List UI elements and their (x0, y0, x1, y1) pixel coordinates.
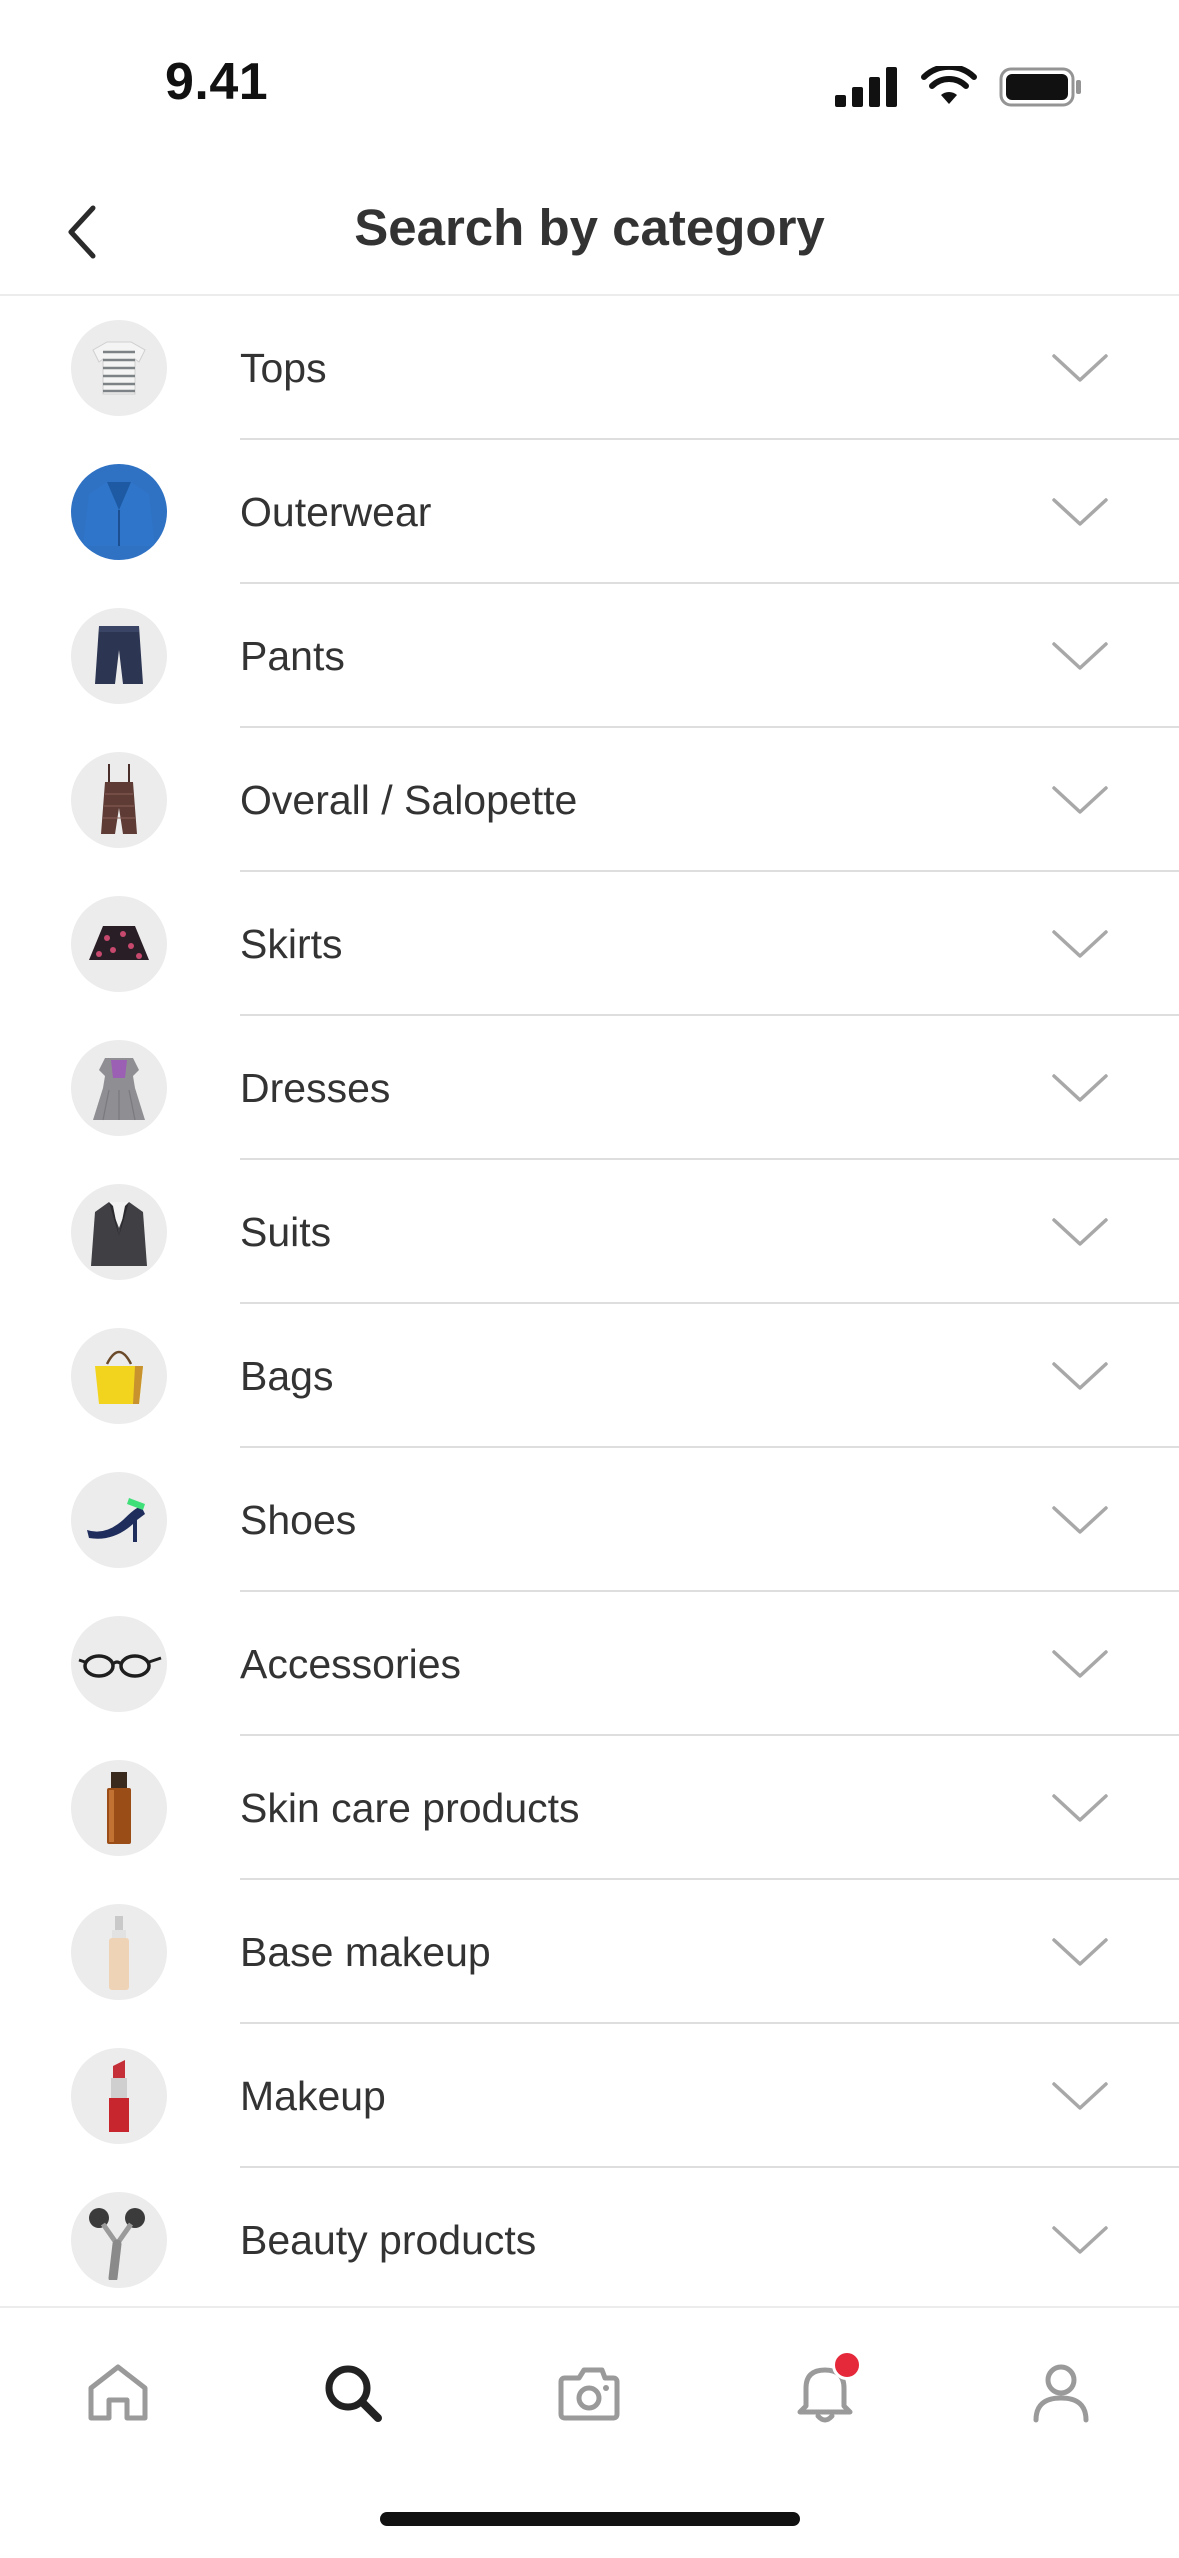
page-title: Search by category (354, 199, 825, 256)
facial-roller-thumbnail (71, 2192, 167, 2288)
category-row-dresses[interactable]: Dresses (0, 1016, 1179, 1160)
category-label: Outerwear (240, 489, 432, 535)
floral-skirt-thumbnail (71, 896, 167, 992)
home-indicator (380, 2512, 800, 2526)
chevron-down-icon (1052, 1506, 1108, 1534)
chevron-down-icon (1052, 1938, 1108, 1966)
suit-jacket-thumbnail (71, 1184, 167, 1280)
chevron-down-icon (1052, 1794, 1108, 1822)
category-label: Skin care products (240, 1785, 580, 1831)
category-label: Shoes (240, 1497, 357, 1543)
category-label: Dresses (240, 1065, 391, 1111)
category-label: Skirts (240, 921, 343, 967)
category-label: Overall / Salopette (240, 777, 578, 823)
chevron-down-icon (1052, 786, 1108, 814)
category-row-accessories[interactable]: Accessories (0, 1592, 1179, 1736)
home-icon (88, 2364, 148, 2421)
category-row-overall-salopette[interactable]: Overall / Salopette (0, 728, 1179, 872)
tab-profile[interactable] (1016, 2348, 1106, 2438)
category-label: Bags (240, 1353, 334, 1399)
blue-jacket-thumbnail (71, 464, 167, 560)
chevron-down-icon (1052, 2082, 1108, 2110)
cellular-signal-icon (835, 67, 897, 107)
chevron-down-icon (1052, 1218, 1108, 1246)
overall-thumbnail (71, 752, 167, 848)
navigation-header: Search by category (0, 170, 1179, 296)
tab-notifications[interactable] (780, 2348, 870, 2438)
category-row-bags[interactable]: Bags (0, 1304, 1179, 1448)
category-label: Tops (240, 345, 327, 391)
category-row-suits[interactable]: Suits (0, 1160, 1179, 1304)
tab-home[interactable] (73, 2348, 163, 2438)
glasses-thumbnail (71, 1616, 167, 1712)
grey-dress-thumbnail (71, 1040, 167, 1136)
category-row-skirts[interactable]: Skirts (0, 872, 1179, 1016)
status-bar: 9.41 (0, 0, 1179, 170)
lipstick-thumbnail (71, 2048, 167, 2144)
chevron-down-icon (1052, 642, 1108, 670)
category-label: Accessories (240, 1641, 462, 1687)
wifi-icon (921, 66, 977, 104)
category-label: Suits (240, 1209, 332, 1255)
category-row-makeup[interactable]: Makeup (0, 2024, 1179, 2168)
status-time: 9.41 (165, 53, 269, 111)
chevron-down-icon (1052, 498, 1108, 526)
chevron-down-icon (1052, 1074, 1108, 1102)
denim-pants-thumbnail (71, 608, 167, 704)
high-heel-thumbnail (71, 1472, 167, 1568)
category-row-pants[interactable]: Pants (0, 584, 1179, 728)
status-icons (835, 66, 1083, 108)
striped-tshirt-thumbnail (71, 320, 167, 416)
category-row-tops[interactable]: Tops (0, 296, 1179, 440)
category-list: Tops Outerwear Pants Overall / Salopette… (0, 296, 1179, 2306)
category-label: Pants (240, 633, 345, 679)
camera-icon (558, 2367, 620, 2421)
category-row-shoes[interactable]: Shoes (0, 1448, 1179, 1592)
yellow-tote-thumbnail (71, 1328, 167, 1424)
foundation-bottle-thumbnail (71, 1904, 167, 2000)
category-label: Beauty products (240, 2217, 537, 2263)
chevron-down-icon (1052, 2226, 1108, 2254)
chevron-down-icon (1052, 1650, 1108, 1678)
chevron-down-icon (1052, 1362, 1108, 1390)
chevron-down-icon (1052, 930, 1108, 958)
category-label: Makeup (240, 2073, 386, 2119)
chevron-down-icon (1052, 354, 1108, 382)
category-row-skin-care-products[interactable]: Skin care products (0, 1736, 1179, 1880)
tab-search[interactable] (308, 2348, 398, 2438)
category-label: Base makeup (240, 1929, 491, 1975)
battery-icon (999, 67, 1081, 107)
person-icon (1033, 2364, 1089, 2423)
category-row-base-makeup[interactable]: Base makeup (0, 1880, 1179, 2024)
tab-camera[interactable] (544, 2348, 634, 2438)
category-row-beauty-products[interactable]: Beauty products (0, 2168, 1179, 2306)
search-icon (325, 2365, 382, 2422)
category-row-outerwear[interactable]: Outerwear (0, 440, 1179, 584)
amber-bottle-thumbnail (71, 1760, 167, 1856)
notification-badge (832, 2350, 862, 2380)
